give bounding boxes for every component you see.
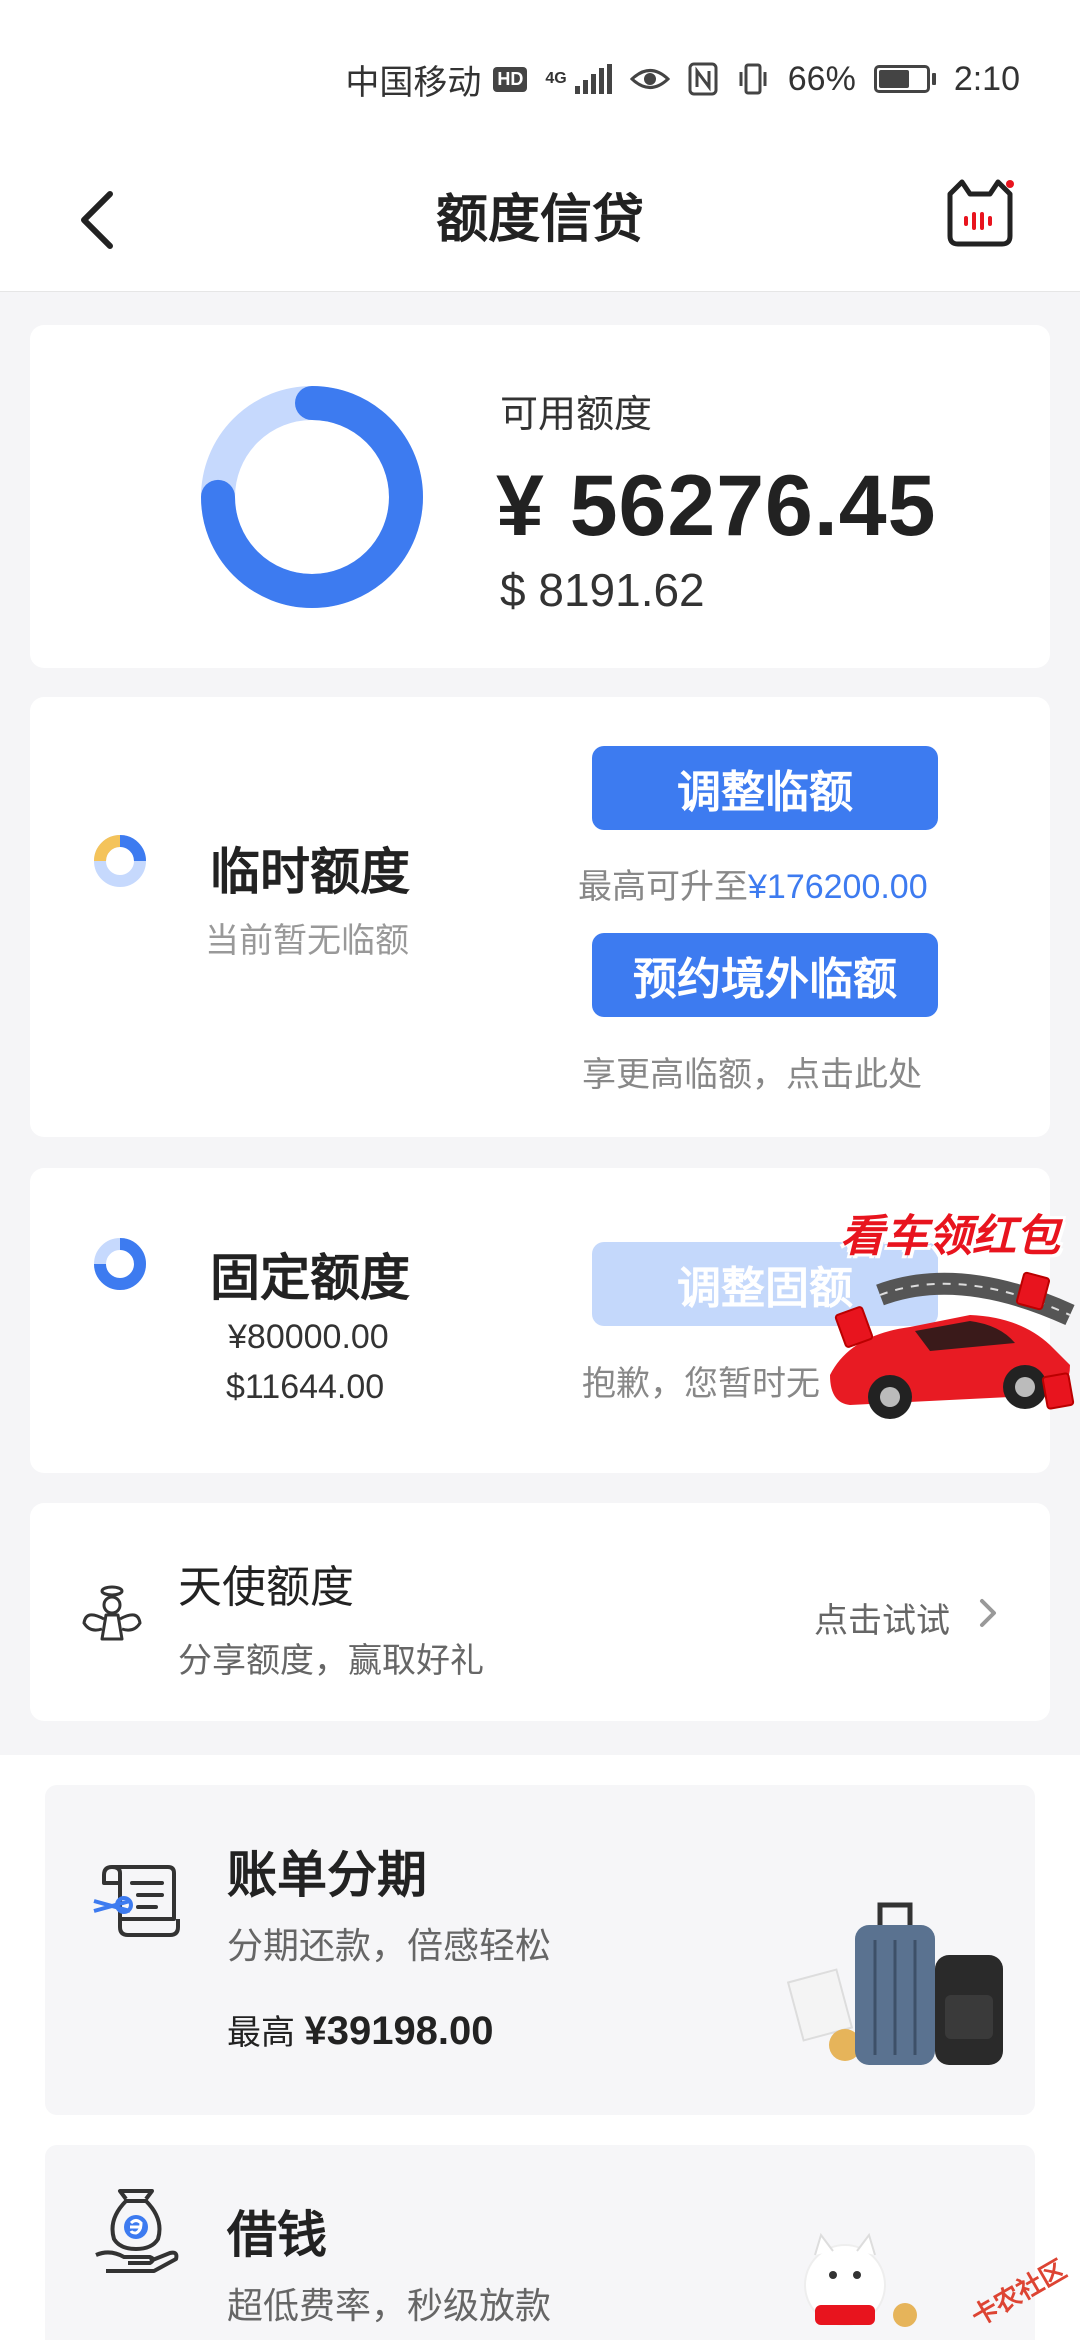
lucky-cat-illustration	[804, 2232, 917, 2327]
battery-icon	[873, 65, 936, 93]
adjust-temp-note-prefix: 最高可升至	[578, 868, 748, 906]
temp-limit-icon	[94, 835, 146, 887]
adjust-temp-note: 最高可升至¥176200.00	[578, 859, 928, 908]
signal-icon	[574, 64, 612, 94]
red-car-icon	[830, 1271, 1075, 1419]
bill-installment-card[interactable]: 账单分期 分期还款，倍感轻松 最高 ¥39198.00	[45, 1785, 1035, 2115]
adjust-fixed-note: 抱歉，您暂时无	[582, 1365, 820, 1403]
installment-scroll-icon	[93, 1865, 180, 1937]
money-bag-hand-icon	[95, 2189, 179, 2273]
installment-subtitle: 分期还款，倍感轻松	[227, 1925, 552, 1966]
overseas-temp-limit-button[interactable]: 预约境外临额	[592, 933, 938, 1017]
hd-badge: HD	[493, 66, 528, 92]
installment-title: 账单分期	[227, 1847, 427, 1903]
available-amount-cny: ¥ 56276.45	[496, 458, 937, 554]
eye-icon	[629, 69, 670, 89]
fixed-limit-cny: ¥80000.00	[228, 1318, 389, 1356]
fixed-limit-title: 固定额度	[210, 1250, 410, 1306]
borrow-title: 借钱	[227, 2207, 327, 2263]
status-bar: 中国移动 HD 4G 66% 2:10	[0, 0, 1080, 150]
battery-percent: 66%	[787, 59, 856, 98]
installment-max-amount: ¥39198.00	[304, 2009, 494, 2053]
carrier-name: 中国移动	[345, 63, 482, 102]
angel-limit-title: 天使额度	[178, 1563, 354, 1612]
angel-limit-card[interactable]: 天使额度 分享额度，赢取好礼 点击试试	[30, 1503, 1050, 1721]
available-amount-usd: $ 8191.62	[500, 564, 705, 616]
adjust-temp-note-amount: ¥176200.00	[748, 868, 928, 906]
temp-limit-card: 临时额度 当前暂无临额 调整临额 最高可升至¥176200.00 预约境外临额 …	[30, 697, 1050, 1137]
nfc-icon	[688, 62, 718, 96]
overseas-note[interactable]: 享更高临额，点击此处	[582, 1047, 922, 1096]
temp-limit-subtitle: 当前暂无临额	[205, 922, 409, 960]
installment-max: 最高 ¥39198.00	[227, 2005, 494, 2054]
clock: 2:10	[953, 59, 1020, 98]
vibrate-icon	[739, 63, 767, 95]
available-donut-chart	[201, 386, 423, 608]
borrow-subtitle: 超低费率，秒级放款	[227, 2285, 552, 2326]
temp-limit-title: 临时额度	[210, 844, 410, 900]
luggage-illustration	[786, 1902, 1003, 2065]
chevron-right-icon	[980, 1599, 996, 1627]
fixed-limit-icon	[94, 1238, 146, 1290]
network-type: 4G	[545, 70, 567, 87]
available-limit-card: 可用额度 ¥ 56276.45 $ 8191.62	[30, 325, 1050, 668]
app-header: 额度信贷	[0, 150, 1080, 292]
angel-try-link[interactable]: 点击试试	[814, 1593, 950, 1642]
status-icons: 中国移动 HD 4G 66% 2:10	[345, 52, 1020, 106]
angel-limit-subtitle: 分享额度，赢取好礼	[178, 1642, 484, 1680]
angel-icon	[82, 1585, 142, 1641]
available-label: 可用额度	[500, 394, 653, 436]
fixed-limit-usd: $11644.00	[226, 1368, 385, 1406]
borrow-money-card[interactable]: 借钱 超低费率，秒级放款	[45, 2145, 1035, 2340]
car-red-packet-promo[interactable]: 看车领红包	[820, 1200, 1080, 1440]
adjust-temp-limit-button[interactable]: 调整临额	[592, 746, 938, 830]
page-title: 额度信贷	[435, 191, 644, 249]
installment-max-prefix: 最高	[227, 2014, 295, 2052]
cat-service-icon[interactable]	[940, 172, 1020, 252]
